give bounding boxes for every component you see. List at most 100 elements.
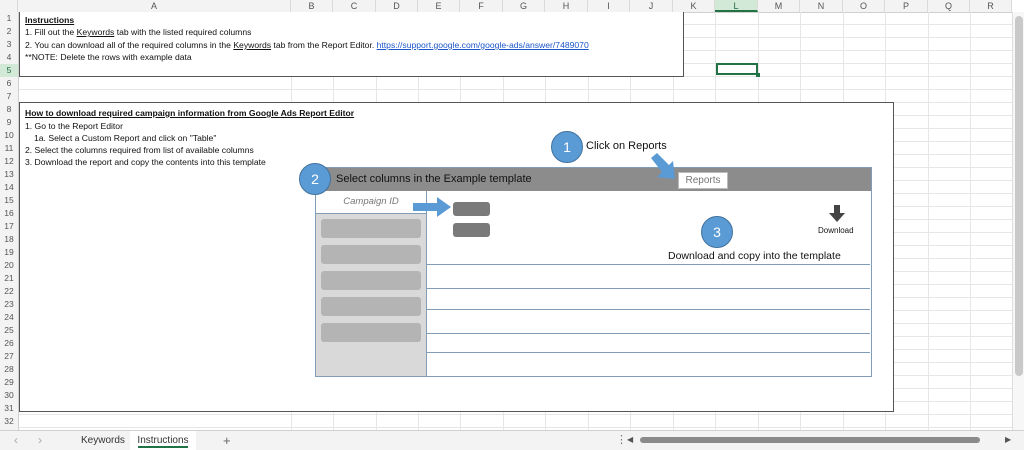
row-header-21[interactable]: 21 (0, 272, 18, 285)
table-row (427, 309, 870, 334)
column-header-I[interactable]: I (588, 0, 630, 12)
step-1-label: Click on Reports (586, 140, 667, 152)
vertical-scrollbar[interactable] (1012, 12, 1024, 430)
table-row (427, 264, 870, 289)
select-all-corner[interactable] (0, 0, 18, 12)
column-header-L[interactable]: L (715, 0, 758, 12)
column-header-N[interactable]: N (800, 0, 843, 12)
tab-instructions-label: Instructions (137, 435, 189, 446)
sheet-tabs-bar: ‹ › Keywords Instructions + ⋮ ◀ ▶ (0, 430, 1024, 450)
tab-options-icon[interactable]: ⋮ (616, 431, 627, 450)
row-header-10[interactable]: 10 (0, 129, 18, 142)
keywords-tab-reference: Keywords (76, 27, 115, 37)
howto-step-1: 1. Go to the Report Editor (25, 121, 123, 131)
report-editor-illustration: Select columns in the Example template R… (315, 167, 872, 377)
row-header-bar: 1 2 3 4 5 6 7 8 9 10 11 12 13 14 15 16 17 18 19 20 21 22 23 24 2… (0, 12, 19, 439)
download-arrow-icon (829, 205, 845, 222)
column-header-C[interactable]: C (333, 0, 376, 12)
instructions-line-2: 2. You can download all of the required … (25, 40, 589, 50)
tab-keywords[interactable]: Keywords (81, 431, 125, 450)
row-header-22[interactable]: 22 (0, 285, 18, 298)
active-tab-underline (138, 446, 188, 448)
row-header-12[interactable]: 12 (0, 155, 18, 168)
column-option (321, 245, 421, 264)
row-header-5[interactable]: 5 (0, 64, 18, 77)
column-header-M[interactable]: M (758, 0, 800, 12)
row-header-32[interactable]: 32 (0, 415, 18, 428)
column-header-F[interactable]: F (460, 0, 503, 12)
row-header-30[interactable]: 30 (0, 389, 18, 402)
row-header-16[interactable]: 16 (0, 207, 18, 220)
row-header-15[interactable]: 15 (0, 194, 18, 207)
row-header-8[interactable]: 8 (0, 103, 18, 116)
row-header-17[interactable]: 17 (0, 220, 18, 233)
row-header-31[interactable]: 31 (0, 402, 18, 415)
row-header-27[interactable]: 27 (0, 350, 18, 363)
row-header-18[interactable]: 18 (0, 233, 18, 246)
horizontal-scroll-thumb[interactable] (640, 437, 980, 443)
column-header-E[interactable]: E (418, 0, 460, 12)
row-header-9[interactable]: 9 (0, 116, 18, 129)
instructions-note: **NOTE: Delete the rows with example dat… (25, 52, 192, 62)
column-header-P[interactable]: P (885, 0, 928, 12)
support-link[interactable]: https://support.google.com/google-ads/an… (377, 40, 589, 50)
row-header-3[interactable]: 3 (0, 38, 18, 51)
reports-arrow-icon (651, 153, 675, 179)
column-header-A[interactable]: A (18, 0, 291, 12)
step-2-label: Select columns in the Example template (336, 173, 532, 185)
grid-line (970, 12, 971, 430)
tab-scroll-prev[interactable]: ‹ (14, 431, 18, 450)
row-header-2[interactable]: 2 (0, 25, 18, 38)
row-header-28[interactable]: 28 (0, 363, 18, 376)
row-header-7[interactable]: 7 (0, 90, 18, 103)
column-option (321, 297, 421, 316)
row-header-11[interactable]: 11 (0, 142, 18, 155)
tab-scroll-next[interactable]: › (38, 431, 42, 450)
step-1-badge: 1 (551, 131, 583, 163)
row-header-19[interactable]: 19 (0, 246, 18, 259)
row-header-24[interactable]: 24 (0, 311, 18, 324)
row-header-13[interactable]: 13 (0, 168, 18, 181)
instructions-box: Instructions 1. Fill out the Keywords ta… (19, 12, 684, 77)
column-header-O[interactable]: O (843, 0, 885, 12)
howto-step-1a: 1a. Select a Custom Report and click on … (34, 133, 217, 143)
step-2-badge: 2 (299, 163, 331, 195)
selected-cell[interactable] (716, 63, 758, 75)
vertical-scroll-thumb[interactable] (1015, 16, 1023, 376)
column-header-B[interactable]: B (291, 0, 333, 12)
reports-button: Reports (678, 172, 728, 189)
fill-handle[interactable] (756, 73, 760, 77)
campaign-id-field: Campaign ID (316, 191, 426, 214)
row-header-6[interactable]: 6 (0, 77, 18, 90)
step-3-label: Download and copy into the template (668, 250, 841, 262)
row-header-1[interactable]: 1 (0, 12, 18, 25)
grid-line (928, 12, 929, 430)
column-header-J[interactable]: J (630, 0, 673, 12)
column-header-R[interactable]: R (970, 0, 1012, 12)
instructions-title: Instructions (25, 15, 75, 25)
step-3-badge: 3 (701, 216, 733, 248)
campaign-arrow-icon (413, 197, 451, 217)
row-header-23[interactable]: 23 (0, 298, 18, 311)
row-header-25[interactable]: 25 (0, 324, 18, 337)
column-header-K[interactable]: K (673, 0, 715, 12)
column-header-Q[interactable]: Q (928, 0, 970, 12)
row-header-20[interactable]: 20 (0, 259, 18, 272)
column-header-H[interactable]: H (545, 0, 588, 12)
row-header-26[interactable]: 26 (0, 337, 18, 350)
keywords-tab-reference: Keywords (233, 40, 272, 50)
column-option (321, 271, 421, 290)
row-header-4[interactable]: 4 (0, 51, 18, 64)
row-header-29[interactable]: 29 (0, 376, 18, 389)
column-header-G[interactable]: G (503, 0, 545, 12)
selected-column-chip (453, 202, 490, 216)
howto-title: How to download required campaign inform… (25, 108, 355, 118)
column-option (321, 323, 421, 342)
row-header-14[interactable]: 14 (0, 181, 18, 194)
scroll-right-icon[interactable]: ▶ (1005, 436, 1013, 444)
column-header-D[interactable]: D (376, 0, 418, 12)
tab-instructions[interactable]: Instructions (130, 431, 196, 450)
add-sheet-button[interactable]: + (223, 431, 231, 450)
scroll-left-icon[interactable]: ◀ (627, 436, 635, 444)
howto-step-3: 3. Download the report and copy the cont… (25, 157, 266, 167)
